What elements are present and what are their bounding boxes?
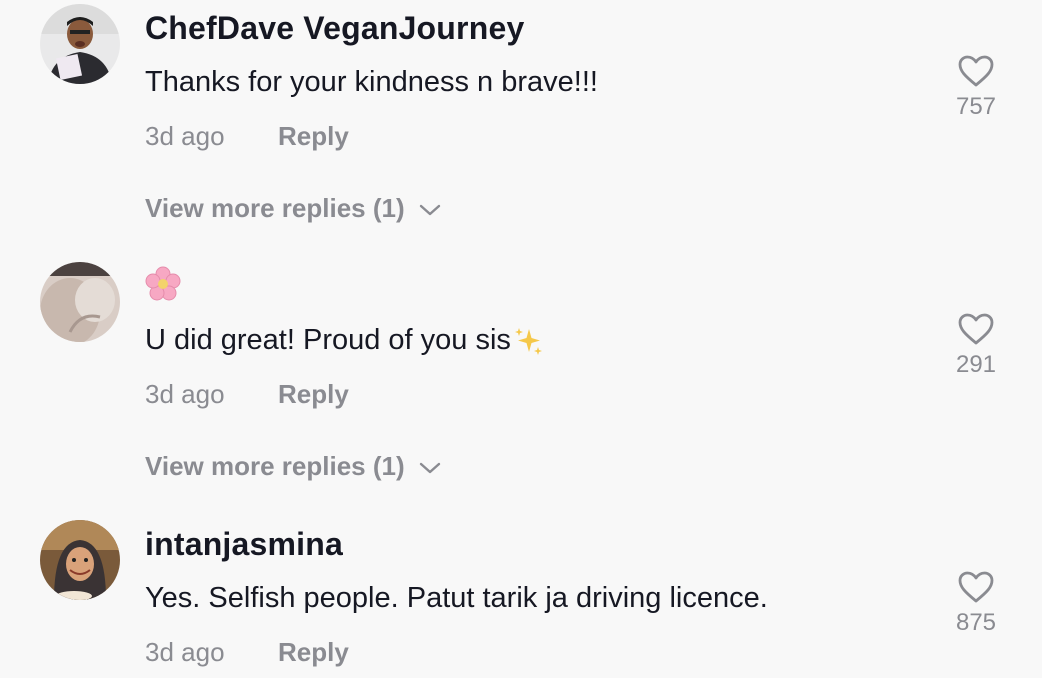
comment-text: Yes. Selfish people. Patut tarik ja driv…: [145, 582, 768, 614]
like-count: 757: [955, 93, 997, 120]
comment-text: U did great! Proud of you sis: [145, 326, 543, 362]
comment-list: ChefDave VeganJourney Thanks for your ki…: [0, 0, 1042, 678]
reply-button[interactable]: Reply: [278, 381, 349, 407]
cherry-blossom-icon: [145, 266, 181, 306]
comment-username[interactable]: ChefDave VeganJourney: [145, 12, 524, 44]
like-button[interactable]: 291: [946, 312, 1006, 377]
view-more-replies-label: View more replies (1): [145, 193, 405, 223]
chevron-down-icon: [419, 195, 441, 221]
like-count: 291: [955, 351, 997, 378]
comment-username[interactable]: intanjasmina: [145, 528, 343, 560]
comment-text-content: U did great! Proud of you sis: [145, 324, 511, 356]
avatar[interactable]: [40, 520, 120, 600]
heart-icon: [946, 570, 1006, 609]
like-button[interactable]: 875: [946, 570, 1006, 635]
like-button[interactable]: 757: [946, 54, 1006, 119]
heart-icon: [946, 54, 1006, 93]
avatar[interactable]: [40, 4, 120, 84]
reply-button[interactable]: Reply: [278, 123, 349, 149]
reply-button[interactable]: Reply: [278, 639, 349, 665]
chevron-down-icon: [419, 453, 441, 479]
comment-text: Thanks for your kindness n brave!!!: [145, 66, 598, 98]
avatar[interactable]: [40, 262, 120, 342]
comment-timestamp: 3d ago: [145, 637, 225, 667]
view-more-replies-button[interactable]: View more replies (1): [145, 195, 441, 221]
heart-icon: [946, 312, 1006, 351]
like-count: 875: [955, 609, 997, 636]
view-more-replies-button[interactable]: View more replies (1): [145, 453, 441, 479]
sparkles-icon: [513, 326, 543, 362]
view-more-replies-label: View more replies (1): [145, 451, 405, 481]
comment-timestamp: 3d ago: [145, 379, 225, 409]
comment-timestamp: 3d ago: [145, 121, 225, 151]
